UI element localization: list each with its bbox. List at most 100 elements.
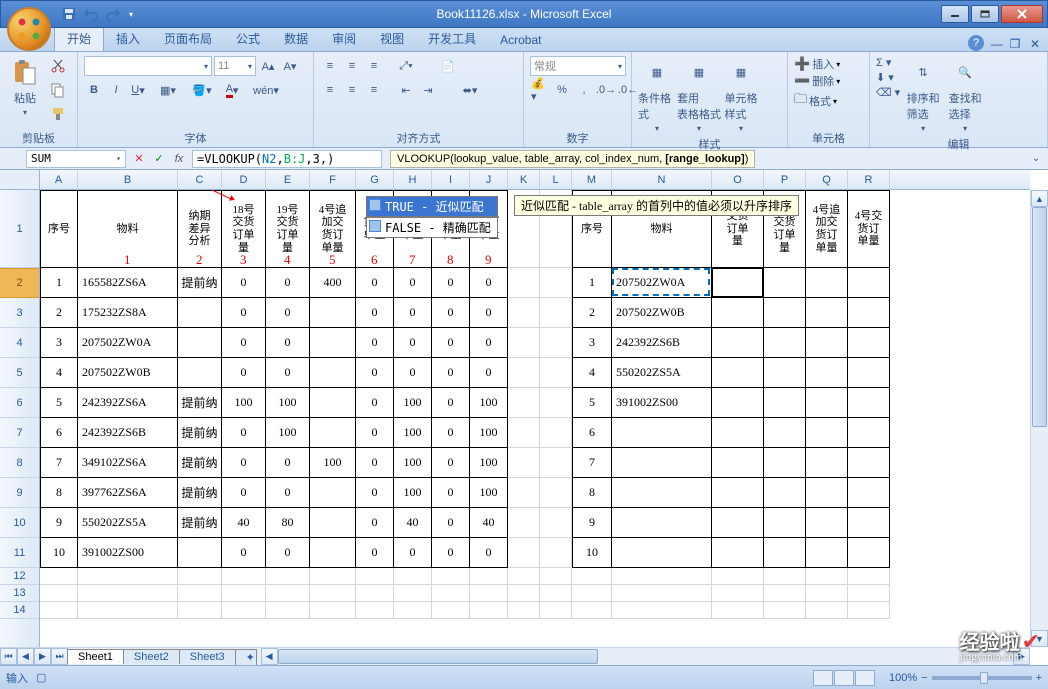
cell[interactable]: 100 (470, 388, 508, 418)
col-header-K[interactable]: K (508, 170, 540, 189)
cell[interactable] (310, 298, 356, 328)
macro-record[interactable]: ▢ (36, 671, 46, 684)
tab-review[interactable]: 审阅 (320, 26, 368, 51)
row-header-1[interactable]: 1 (0, 190, 39, 268)
delete-cells[interactable]: 删除 (812, 73, 834, 89)
format-painter-button[interactable] (48, 104, 68, 124)
format-cells[interactable]: 格式 (809, 93, 831, 109)
cell[interactable] (178, 568, 222, 585)
cell[interactable] (508, 448, 540, 478)
paste-button[interactable]: 粘贴 ▾ (6, 56, 44, 117)
cell[interactable] (78, 602, 178, 619)
workbook-close[interactable]: ✕ (1028, 37, 1042, 51)
cell[interactable] (432, 568, 470, 585)
font-size-combo[interactable]: 11▾ (214, 56, 256, 76)
cell[interactable]: 100 (266, 388, 310, 418)
cell[interactable]: 0 (470, 268, 508, 298)
save-button[interactable] (59, 4, 79, 24)
cell[interactable] (806, 538, 848, 568)
cell[interactable]: 1 (40, 268, 78, 298)
cell[interactable] (356, 602, 394, 619)
cell[interactable] (572, 602, 612, 619)
phonetic-button[interactable]: wén▾ (256, 80, 276, 100)
cell[interactable] (612, 568, 712, 585)
cell[interactable] (764, 585, 806, 602)
cell[interactable] (310, 508, 356, 538)
cell[interactable] (806, 585, 848, 602)
sort-filter-button[interactable]: ⇅排序和 筛选▾ (904, 56, 942, 133)
zoom-slider[interactable] (932, 676, 1032, 680)
cell[interactable]: 100 (394, 418, 432, 448)
cell[interactable] (508, 602, 540, 619)
cell[interactable] (40, 568, 78, 585)
cell[interactable]: 0 (266, 538, 310, 568)
align-top[interactable]: ≡ (320, 56, 340, 76)
cell[interactable] (612, 508, 712, 538)
cell[interactable] (222, 585, 266, 602)
cell[interactable] (394, 568, 432, 585)
close-button[interactable] (1001, 5, 1043, 23)
cell[interactable]: 207502ZW0B (78, 358, 178, 388)
cell[interactable]: 提前纳 (178, 448, 222, 478)
row-header-11[interactable]: 11 (0, 538, 39, 568)
cell[interactable]: 8 (572, 478, 612, 508)
cell[interactable] (764, 568, 806, 585)
currency-button[interactable]: 💰▾ (530, 80, 550, 100)
cell[interactable] (848, 298, 890, 328)
cell[interactable]: 550202ZS5A (612, 358, 712, 388)
scroll-left[interactable]: ◀ (261, 648, 278, 665)
cell[interactable] (848, 508, 890, 538)
cell[interactable] (470, 568, 508, 585)
cell[interactable] (612, 478, 712, 508)
cell[interactable] (310, 568, 356, 585)
cell[interactable]: 0 (356, 508, 394, 538)
cell[interactable]: 提前纳 (178, 478, 222, 508)
cell[interactable] (712, 328, 764, 358)
cell[interactable] (266, 602, 310, 619)
cell[interactable]: 5 (40, 388, 78, 418)
cell[interactable] (806, 388, 848, 418)
cell[interactable] (712, 538, 764, 568)
col-header-F[interactable]: F (310, 170, 356, 189)
cell[interactable] (178, 328, 222, 358)
cell[interactable] (764, 418, 806, 448)
cell[interactable]: 0 (222, 538, 266, 568)
row-header-4[interactable]: 4 (0, 328, 39, 358)
cell[interactable]: 0 (432, 448, 470, 478)
cell[interactable] (394, 585, 432, 602)
cell[interactable] (508, 418, 540, 448)
border-button[interactable]: ▦▾ (158, 80, 178, 100)
cell[interactable] (764, 388, 806, 418)
col-header-P[interactable]: P (764, 170, 806, 189)
number-format-combo[interactable]: 常规▾ (530, 56, 626, 76)
cell[interactable] (848, 568, 890, 585)
tab-nav-first[interactable]: ⏮ (0, 648, 17, 665)
cell[interactable]: 0 (356, 418, 394, 448)
cell[interactable]: 0 (394, 358, 432, 388)
cell[interactable]: 7 (40, 448, 78, 478)
cell[interactable]: 0 (432, 538, 470, 568)
cell[interactable] (848, 448, 890, 478)
cell[interactable]: 100 (470, 478, 508, 508)
cell[interactable] (310, 478, 356, 508)
col-header-C[interactable]: C (178, 170, 222, 189)
col-header-R[interactable]: R (848, 170, 890, 189)
cell[interactable] (540, 298, 572, 328)
select-all-corner[interactable] (0, 170, 40, 190)
clear[interactable]: ⌫ ▾ (876, 86, 900, 99)
cell[interactable]: 0 (470, 538, 508, 568)
cell[interactable]: 0 (356, 328, 394, 358)
cell[interactable] (310, 358, 356, 388)
align-middle[interactable]: ≡ (342, 56, 362, 76)
font-color-button[interactable]: A▾ (218, 80, 246, 100)
sheet-tab-3[interactable]: Sheet3 (179, 649, 236, 664)
cell[interactable]: 0 (432, 328, 470, 358)
sheet-tab-2[interactable]: Sheet2 (123, 649, 180, 664)
cell[interactable] (712, 418, 764, 448)
isense-option-true[interactable]: TRUE - 近似匹配 (366, 196, 498, 217)
maximize-button[interactable] (971, 5, 999, 23)
cell[interactable]: 2 (40, 298, 78, 328)
qat-customize[interactable]: ▾ (125, 4, 137, 24)
cell[interactable]: 0 (356, 388, 394, 418)
cell[interactable]: 3 (40, 328, 78, 358)
